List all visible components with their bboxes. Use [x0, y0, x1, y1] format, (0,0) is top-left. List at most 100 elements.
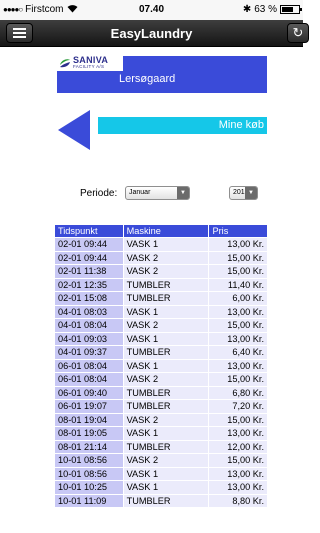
cell-time: 04-01 08:03 [55, 305, 123, 318]
cell-machine: TUMBLER [123, 346, 209, 359]
cell-machine: VASK 1 [123, 359, 209, 372]
cell-price: 11,40 Kr. [209, 278, 267, 291]
cell-time: 06-01 09:40 [55, 386, 123, 399]
cell-time: 04-01 08:04 [55, 319, 123, 332]
cell-price: 13,00 Kr. [209, 332, 267, 345]
cell-price: 12,00 Kr. [209, 440, 267, 453]
cell-time: 04-01 09:03 [55, 332, 123, 345]
status-bar: ●●●●○ Firstcom 07.40 ✱ 63 % [0, 0, 303, 20]
back-arrow-icon[interactable] [58, 110, 90, 150]
battery-icon [280, 5, 302, 14]
cell-time: 06-01 19:07 [55, 400, 123, 413]
cell-price: 13,00 Kr. [209, 305, 267, 318]
period-label: Periode: [80, 188, 118, 199]
purchases-table: Tidspunkt Maskine Pris 02-01 09:44 VASK 1… [54, 224, 268, 508]
cell-price: 15,00 Kr. [209, 454, 267, 467]
table-row: 02-01 12:35 TUMBLER 11,40 Kr. [55, 278, 267, 291]
cell-time: 08-01 19:05 [55, 427, 123, 440]
status-right: ✱ 63 % [242, 4, 302, 15]
cell-machine: VASK 1 [123, 481, 209, 494]
cell-time: 02-01 11:38 [55, 265, 123, 278]
cell-price: 15,00 Kr. [209, 413, 267, 426]
cell-time: 04-01 09:37 [55, 346, 123, 359]
cell-machine: TUMBLER [123, 292, 209, 305]
refresh-button[interactable]: ↻ [287, 23, 309, 43]
cell-price: 15,00 Kr. [209, 319, 267, 332]
year-select[interactable]: 2017 ▼ [229, 186, 258, 200]
table-row: 04-01 09:37 TUMBLER 6,40 Kr. [55, 346, 267, 359]
cell-machine: VASK 2 [123, 319, 209, 332]
saniva-logo-icon [60, 59, 70, 68]
battery-percent: 63 % [254, 4, 277, 15]
month-select[interactable]: Januar ▼ [125, 186, 190, 200]
cell-time: 02-01 09:44 [55, 251, 123, 264]
table-row: 02-01 15:08 TUMBLER 6,00 Kr. [55, 292, 267, 305]
table-row: 10-01 08:56 VASK 2 15,00 Kr. [55, 454, 267, 467]
cell-price: 15,00 Kr. [209, 251, 267, 264]
table-row: 10-01 11:09 TUMBLER 8,80 Kr. [55, 494, 267, 507]
logo-subtext: FACILITY A/S [73, 64, 105, 69]
cell-price: 13,00 Kr. [209, 359, 267, 372]
nav-bar: EasyLaundry ↻ [0, 20, 309, 47]
cell-time: 02-01 09:44 [55, 238, 123, 251]
table-row: 06-01 09:40 TUMBLER 6,80 Kr. [55, 386, 267, 399]
cell-machine: VASK 1 [123, 427, 209, 440]
cell-price: 6,80 Kr. [209, 386, 267, 399]
saniva-logo: SANIVA FACILITY A/S [57, 55, 123, 71]
cell-price: 7,20 Kr. [209, 400, 267, 413]
table-row: 04-01 08:03 VASK 1 13,00 Kr. [55, 305, 267, 318]
cell-machine: VASK 2 [123, 251, 209, 264]
table-row: 06-01 19:07 TUMBLER 7,20 Kr. [55, 400, 267, 413]
month-select-value: Januar [129, 189, 151, 196]
cell-time: 06-01 08:04 [55, 373, 123, 386]
cell-machine: TUMBLER [123, 386, 209, 399]
cell-price: 6,00 Kr. [209, 292, 267, 305]
table-row: 02-01 11:38 VASK 2 15,00 Kr. [55, 265, 267, 278]
cell-price: 13,00 Kr. [209, 238, 267, 251]
cell-machine: TUMBLER [123, 494, 209, 507]
cell-machine: VASK 2 [123, 454, 209, 467]
cell-machine: VASK 1 [123, 332, 209, 345]
cell-machine: VASK 1 [123, 467, 209, 480]
cell-machine: TUMBLER [123, 278, 209, 291]
cell-time: 08-01 19:04 [55, 413, 123, 426]
cell-machine: VASK 2 [123, 373, 209, 386]
main-content: SANIVA FACILITY A/S Lersøgaard Mine køb … [0, 48, 303, 533]
location-header: SANIVA FACILITY A/S Lersøgaard [57, 55, 267, 93]
table-row: 06-01 08:04 VASK 1 13,00 Kr. [55, 359, 267, 372]
cell-price: 8,80 Kr. [209, 494, 267, 507]
cell-machine: VASK 1 [123, 238, 209, 251]
cell-price: 13,00 Kr. [209, 467, 267, 480]
location-name: Lersøgaard [119, 73, 176, 85]
table-header-row: Tidspunkt Maskine Pris [55, 225, 267, 237]
table-row: 02-01 09:44 VASK 1 13,00 Kr. [55, 238, 267, 251]
app-title: EasyLaundry [110, 26, 193, 41]
table-row: 02-01 09:44 VASK 2 15,00 Kr. [55, 251, 267, 264]
period-selector: Periode: Januar ▼ 2017 ▼ [0, 185, 303, 203]
table-row: 08-01 21:14 TUMBLER 12,00 Kr. [55, 440, 267, 453]
cell-machine: TUMBLER [123, 400, 209, 413]
cell-time: 08-01 21:14 [55, 440, 123, 453]
cell-time: 02-01 15:08 [55, 292, 123, 305]
refresh-icon: ↻ [292, 25, 304, 40]
column-header-machine: Maskine [123, 225, 209, 237]
table-row: 04-01 08:04 VASK 2 15,00 Kr. [55, 319, 267, 332]
cell-machine: VASK 2 [123, 413, 209, 426]
table-row: 10-01 10:25 VASK 1 13,00 Kr. [55, 481, 267, 494]
table-row: 08-01 19:05 VASK 1 13,00 Kr. [55, 427, 267, 440]
cell-price: 13,00 Kr. [209, 481, 267, 494]
cell-price: 15,00 Kr. [209, 265, 267, 278]
bluetooth-icon: ✱ [242, 4, 252, 15]
cell-time: 10-01 10:25 [55, 481, 123, 494]
table-row: 04-01 09:03 VASK 1 13,00 Kr. [55, 332, 267, 345]
chevron-down-icon: ▼ [177, 187, 189, 199]
cell-price: 13,00 Kr. [209, 427, 267, 440]
cell-time: 02-01 12:35 [55, 278, 123, 291]
cell-time: 10-01 08:56 [55, 467, 123, 480]
cell-machine: TUMBLER [123, 440, 209, 453]
cell-time: 10-01 08:56 [55, 454, 123, 467]
cell-machine: VASK 1 [123, 305, 209, 318]
cell-machine: VASK 2 [123, 265, 209, 278]
column-header-price: Pris [209, 225, 267, 237]
table-row: 06-01 08:04 VASK 2 15,00 Kr. [55, 373, 267, 386]
